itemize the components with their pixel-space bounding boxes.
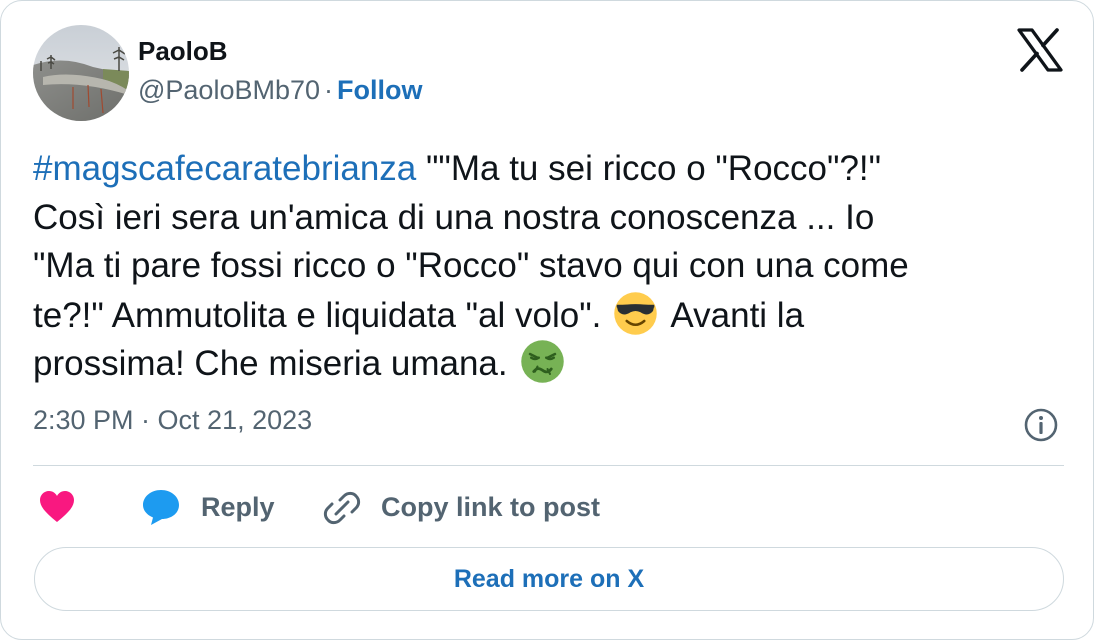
tweet-timestamp[interactable]: 2:30 PM · Oct 21, 2023 xyxy=(33,405,312,436)
nauseated-face-icon xyxy=(520,340,564,383)
tweet-line-3: "Ma ti pare fossi ricco o "Rocco" stavo … xyxy=(33,246,909,285)
tweet-line-5: prossima! Che miseria umana. xyxy=(33,339,1073,388)
read-more-button[interactable]: Read more on X xyxy=(34,547,1064,611)
tweet-embed-card: PaoloB @PaoloBMb70 · Follow #magscafecarat… xyxy=(0,0,1094,640)
follow-button[interactable]: Follow xyxy=(337,75,422,105)
heart-icon[interactable] xyxy=(38,489,76,525)
x-logo-icon[interactable] xyxy=(1017,28,1063,72)
tweet-line-2: Così ieri sera un'amica di una nostra co… xyxy=(33,197,875,237)
author-handle[interactable]: @PaoloBMb70 xyxy=(138,75,320,105)
link-icon[interactable] xyxy=(323,489,361,527)
tweet-line-4-text-a: te?!" Ammutolita e liquidata "al volo". xyxy=(33,295,602,335)
tweet-line-1-text: ""Ma tu sei ricco o "Rocco"?!" xyxy=(416,149,882,188)
copy-link-button[interactable]: Copy link to post xyxy=(381,492,600,523)
smiling-face-with-sunglasses-icon xyxy=(614,291,658,335)
hashtag-link[interactable]: #magscafecaratebrianza xyxy=(33,149,416,188)
tweet-line-4-text-b: Avanti la xyxy=(670,295,805,335)
author-handle-row: @PaoloBMb70 · Follow xyxy=(138,75,423,106)
tweet-text: #magscafecaratebrianza ""Ma tu sei ricco… xyxy=(33,145,1073,388)
avatar[interactable] xyxy=(33,25,129,121)
reply-button[interactable]: Reply xyxy=(201,492,275,523)
info-icon[interactable] xyxy=(1023,407,1059,443)
tweet-line-1: #magscafecaratebrianza ""Ma tu sei ricco… xyxy=(33,145,1073,194)
divider xyxy=(33,465,1064,466)
tweet-line-4: te?!" Ammutolita e liquidata "al volo". … xyxy=(33,291,1073,340)
avatar-photo xyxy=(33,25,129,121)
separator-dot: · xyxy=(324,75,334,105)
tweet-line-5-text: prossima! Che miseria umana. xyxy=(33,344,508,383)
author-display-name[interactable]: PaoloB xyxy=(138,36,228,67)
speech-bubble-icon[interactable] xyxy=(141,488,181,526)
